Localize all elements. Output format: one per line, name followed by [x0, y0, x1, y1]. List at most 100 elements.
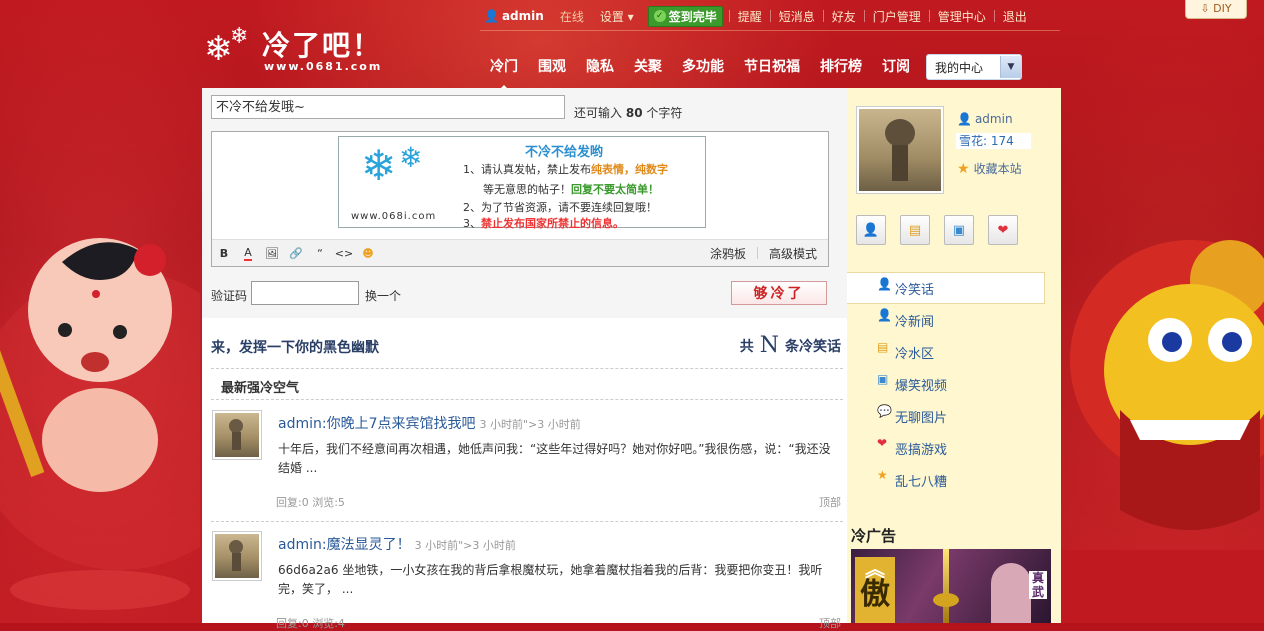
captcha-label: 验证码 [211, 289, 248, 303]
online-status: 在线 [559, 9, 584, 24]
notice-line-3: 2、为了节省资源，请不要连续回复哦！ [463, 201, 657, 214]
post-meta: 回复:0 浏览:5 [276, 496, 345, 509]
compose-area: 不冷不给发哦~ 还可输入 80 个字符 ❄ ❄ www.068i.com 不冷不… [202, 88, 847, 318]
notice-line-2: 等无意思的帖子！回复不要太简单！ [483, 181, 659, 197]
doc-icon: ▤ [877, 340, 889, 354]
user-avatar[interactable] [856, 106, 944, 194]
counter-prefix: 还可输入 [574, 106, 623, 120]
link-friends[interactable]: 好友 [824, 8, 864, 25]
notice-line-4a: 3、 [463, 217, 481, 230]
image-icon: ▣ [877, 372, 889, 386]
captcha-refresh-link[interactable]: 换一个 [365, 287, 401, 304]
back-to-top-link[interactable]: 顶部 [819, 494, 841, 510]
sidebar-item-cold-jokes[interactable]: 👤 冷笑话 [847, 272, 1045, 304]
link-logout[interactable]: 退出 [995, 8, 1035, 25]
captcha-input[interactable] [251, 281, 359, 305]
emoji-button[interactable]: ☻ [356, 243, 380, 263]
user-shortcut-icon[interactable]: 👤 [856, 215, 886, 245]
link-remind[interactable]: 提醒 [730, 8, 770, 25]
sidebar-item-water-zone[interactable]: ▤ 冷水区 [847, 336, 1061, 368]
heart-shortcut-icon[interactable]: ❤ [988, 215, 1018, 245]
settings-label: 设置 [599, 9, 624, 24]
notice-line-4b: 禁止发布国家所禁止的信息。 [481, 217, 624, 230]
rich-editor[interactable]: ❄ ❄ www.068i.com 不冷不给发哟 1、请认真发帖，禁止发布纯表情，… [211, 131, 829, 267]
top-user-bar: 👤 admin 在线 设置 ▾ ✓ 签到完毕 提醒 短消息 好友 门户管理 管理… [476, 5, 1035, 27]
advanced-mode-button[interactable]: 高级模式 [758, 245, 828, 262]
logo-url: www.0681.com [264, 60, 383, 73]
nav-multifunction[interactable]: 多功能 [672, 56, 734, 78]
main-content: 不冷不给发哦~ 还可输入 80 个字符 ❄ ❄ www.068i.com 不冷不… [202, 88, 847, 630]
diy-button[interactable]: ⇩ DIY [1185, 0, 1247, 19]
link-portal-admin[interactable]: 门户管理 [865, 8, 929, 25]
total-count: 共 N 条冷笑话 [740, 333, 841, 358]
list-subheading: 最新强冷空气 [221, 381, 300, 396]
nav-ranking[interactable]: 排行榜 [810, 56, 872, 78]
link-admin-center[interactable]: 管理中心 [930, 8, 994, 25]
ad-big-char: 傲 [855, 549, 895, 623]
favorite-site-link[interactable]: ★ 收藏本站 [957, 160, 1022, 177]
quote-icon: “ [317, 246, 323, 260]
doc-shortcut-icon[interactable]: ▤ [900, 215, 930, 245]
bold-button[interactable]: B [212, 243, 236, 263]
insert-link-button[interactable]: 🔗 [284, 243, 308, 263]
sign-in-button[interactable]: ✓ 签到完毕 [647, 5, 723, 27]
bold-label: B [219, 246, 229, 260]
sidebar-item-cold-news[interactable]: 👤 冷新闻 [847, 304, 1061, 336]
divider [211, 368, 843, 369]
snowflake-small-icon: ❄ [230, 24, 249, 49]
posting-notice-image: ❄ ❄ www.068i.com 不冷不给发哟 1、请认真发帖，禁止发布纯表情，… [338, 136, 706, 230]
my-center-label: 我的中心 [935, 60, 984, 75]
image-icon: 🖼 [265, 246, 279, 260]
title-input[interactable]: 不冷不给发哦~ [211, 95, 565, 119]
avatar[interactable] [212, 410, 262, 460]
post-excerpt: 66d6a2a6 坐地铁，一小女孩在我的背后拿根魔杖玩，她拿着魔杖指着我的后背：… [278, 563, 823, 596]
notice-line-2b: 回复不要太简单！ [571, 183, 659, 196]
sidebar-item-spoof-games[interactable]: ❤ 恶搞游戏 [847, 432, 1061, 464]
code-button[interactable]: <> [332, 243, 356, 263]
my-center-dropdown[interactable]: 我的中心 ▼ [926, 54, 1022, 80]
quote-button[interactable]: “ [308, 243, 332, 263]
sidebar-item-miscellaneous[interactable]: ★ 乱七八糟 [847, 464, 1061, 496]
snowflake-icon: ❄ [204, 29, 233, 69]
snowflake-icon: ❄ [361, 141, 397, 190]
sword-graphic [943, 549, 949, 623]
link-messages[interactable]: 短消息 [771, 8, 823, 25]
total-number: N [759, 333, 779, 358]
counter-number: 80 [625, 106, 643, 120]
sidebar-item-funny-videos[interactable]: ▣ 爆笑视频 [847, 368, 1061, 400]
current-username: admin [501, 9, 544, 23]
current-user[interactable]: 👤 admin [476, 9, 552, 23]
sword-guard-graphic [933, 593, 959, 607]
nav-subscribe[interactable]: 订阅 [872, 56, 920, 78]
avatar[interactable] [212, 531, 262, 581]
char-counter: 还可输入 80 个字符 [574, 104, 682, 121]
diy-label: DIY [1213, 2, 1232, 15]
notice-site: www.068i.com [351, 211, 437, 222]
back-to-top-link[interactable]: 顶部 [819, 615, 841, 631]
avatar-image [215, 413, 259, 457]
sidebar-user[interactable]: 👤 admin [957, 112, 1013, 126]
nav-hot[interactable]: 冷门 [480, 56, 528, 92]
settings-menu[interactable]: 设置 ▾ [592, 8, 642, 25]
snow-value: 174 [990, 134, 1014, 148]
user-icon: 👤 [877, 277, 892, 291]
sidebar: 👤 admin 雪花: 174 ★ 收藏本站 👤 ▤ ▣ ❤ 👤 冷笑话 👤 冷新闻… [847, 88, 1061, 623]
post-title[interactable]: admin:魔法显灵了！ [278, 537, 411, 553]
user-icon: 👤 [957, 112, 972, 126]
nav-watch[interactable]: 围观 [528, 56, 576, 78]
image-shortcut-icon[interactable]: ▣ [944, 215, 974, 245]
nav-privacy[interactable]: 隐私 [576, 56, 624, 78]
doodle-button[interactable]: 涂鸦板 [699, 245, 757, 262]
notice-line-1a: 1、请认真发帖，禁止发布 [463, 163, 591, 176]
sidebar-item-boring-pictures[interactable]: 💬 无聊图片 [847, 400, 1061, 432]
ad-banner[interactable]: 傲 真武 [851, 549, 1051, 623]
post-title[interactable]: admin:你晚上7点来宾馆找我吧 [278, 416, 476, 432]
nav-gather[interactable]: 关聚 [624, 56, 672, 78]
insert-image-button[interactable]: 🖼 [260, 243, 284, 263]
site-logo[interactable]: ❄ ❄ 冷了吧！ www.0681.com [204, 24, 394, 80]
submit-button[interactable]: 够冷了 [731, 281, 827, 305]
sidebar-item-label: 恶搞游戏 [895, 442, 948, 458]
nav-holiday[interactable]: 节日祝福 [734, 56, 810, 78]
font-color-button[interactable]: A [236, 243, 260, 263]
check-icon: ✓ [653, 10, 666, 22]
